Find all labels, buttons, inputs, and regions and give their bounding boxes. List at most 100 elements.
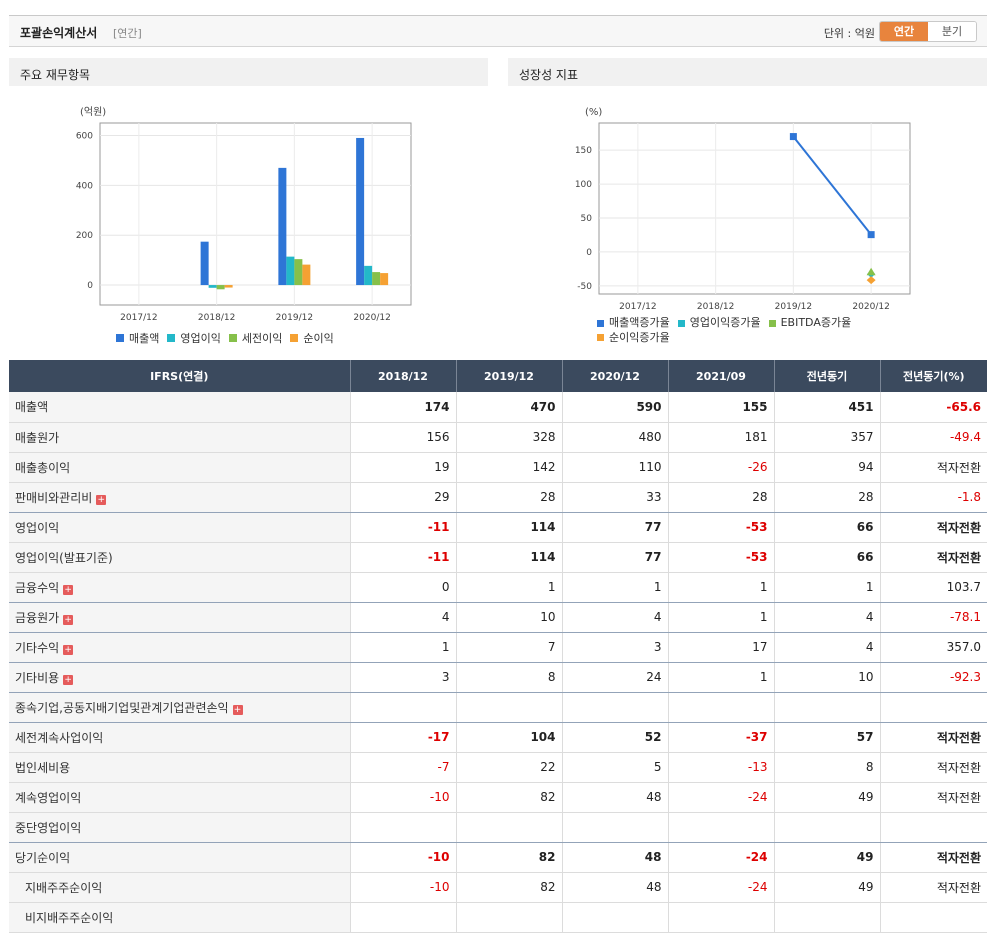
table-cell: 357.0	[879, 632, 987, 663]
table-cell	[455, 692, 562, 723]
bar-mark[interactable]	[216, 285, 225, 290]
bar-mark[interactable]	[286, 256, 295, 286]
bar-mark[interactable]	[356, 137, 365, 286]
table-cell: -24	[667, 872, 774, 903]
tab-quarterly[interactable]: 분기	[928, 22, 976, 41]
table-cell: 156	[349, 422, 456, 453]
row-label-cell: 매출총이익	[9, 452, 350, 483]
column-header: 전년동기(%)	[879, 360, 987, 392]
table-cell: 10	[455, 602, 562, 633]
row-label: 종속기업,공동지배기업및관계기업관련손익	[15, 700, 229, 715]
legend-label: 매출액	[129, 332, 160, 345]
table-cell: -49.4	[879, 422, 987, 453]
table-cell: 28	[667, 482, 774, 513]
table-cell: 66	[773, 542, 880, 573]
legend-item[interactable]: 순이익증가율	[597, 331, 670, 345]
bar-mark[interactable]	[208, 285, 217, 288]
legend-item[interactable]: 영업이익증가율	[677, 316, 761, 330]
table-cell: 114	[455, 512, 562, 543]
bar-mark[interactable]	[380, 273, 389, 286]
legend-item[interactable]: 순이익	[290, 330, 334, 346]
unit-label: 단위 : 억원	[823, 27, 875, 40]
table-cell: 155	[667, 392, 774, 423]
table-cell: 82	[455, 842, 562, 873]
table-row: 매출원가 156 328 480 181 357 -49.4	[9, 422, 987, 453]
legend-label: 순이익	[303, 332, 334, 345]
table-cell: 590	[561, 392, 668, 423]
table-cell: 66	[773, 512, 880, 543]
table-cell	[879, 812, 987, 843]
row-label-cell: 지배주주순이익	[9, 872, 350, 903]
table-row: 기타비용 +3 8 24 1 10 -92.3	[9, 662, 987, 693]
row-label-cell: 종속기업,공동지배기업및관계기업관련손익 +	[9, 692, 350, 723]
table-cell: 28	[455, 482, 562, 513]
row-label-cell: 금융수익 +	[9, 572, 350, 603]
row-label-cell: 중단영업이익	[9, 812, 350, 843]
bar-mark[interactable]	[294, 259, 303, 286]
legend-item[interactable]: EBITDA증가율	[768, 316, 851, 330]
bar-mark[interactable]	[224, 285, 233, 288]
point-mark[interactable]	[867, 231, 875, 239]
table-cell: -10	[349, 872, 456, 903]
table-cell: 3	[349, 662, 456, 693]
table-cell: -10	[349, 782, 456, 813]
table-cell: -17	[349, 722, 456, 753]
y-axis-unit-label: (%)	[585, 107, 602, 118]
table-row: 영업이익 -11 114 77 -53 66 적자전환	[9, 512, 987, 543]
table-cell: 110	[561, 452, 668, 483]
tab-annual[interactable]: 연간	[880, 22, 928, 41]
table-cell: 57	[773, 722, 880, 753]
table-cell: 22	[455, 752, 562, 783]
table-cell: 1	[773, 572, 880, 603]
expand-plus-icon[interactable]: +	[232, 704, 243, 715]
expand-plus-icon[interactable]: +	[63, 674, 74, 685]
table-cell	[667, 902, 774, 933]
row-label: 당기순이익	[15, 850, 71, 865]
table-row: 당기순이익 -10 82 48 -24 49 적자전환	[9, 842, 987, 873]
table-cell: 1	[667, 572, 774, 603]
y-tick-label: 400	[76, 181, 93, 191]
legend-item[interactable]: 매출액	[116, 330, 159, 346]
table-row: 비지배주주순이익	[9, 902, 987, 933]
bar-mark[interactable]	[302, 264, 311, 286]
row-label: 판매비와관리비	[15, 490, 93, 505]
table-cell	[561, 692, 668, 723]
row-label: 금융원가	[15, 610, 60, 625]
x-tick-label: 2019/12	[775, 302, 812, 312]
table-cell: 4	[773, 632, 880, 663]
x-tick-label: 2018/12	[697, 302, 734, 312]
growth-chart: 150 100 50 0 -50 2017/12 2018/12 2019/12 2020/12…	[575, 107, 911, 312]
expand-plus-icon[interactable]: +	[96, 494, 107, 505]
x-tick-label: 2017/12	[120, 313, 157, 323]
table-cell: 17	[667, 632, 774, 663]
table-cell: 49	[773, 872, 880, 903]
point-mark[interactable]	[789, 133, 797, 141]
legend-item[interactable]: 영업이익	[167, 330, 221, 346]
y-tick-label: 200	[76, 231, 93, 241]
legend-swatch	[597, 334, 604, 341]
row-label: 기타비용	[15, 670, 60, 685]
legend-item[interactable]: 매출액증가율	[597, 316, 670, 330]
table-cell	[667, 812, 774, 843]
row-label: 법인세비용	[15, 760, 71, 775]
table-cell: 24	[561, 662, 668, 693]
x-tick-label: 2019/12	[276, 313, 313, 323]
x-tick-label: 2017/12	[619, 302, 656, 312]
expand-plus-icon[interactable]: +	[63, 644, 74, 655]
expand-plus-icon[interactable]: +	[63, 614, 74, 625]
table-cell: 1	[667, 662, 774, 693]
legend-item[interactable]: 세전이익	[228, 330, 282, 346]
y-tick-label: 50	[581, 214, 593, 224]
table-cell: 48	[561, 842, 668, 873]
row-label: 매출총이익	[15, 460, 71, 475]
bar-mark[interactable]	[364, 265, 373, 286]
bar-mark[interactable]	[372, 272, 381, 286]
row-label-cell: 기타수익 +	[9, 632, 350, 663]
x-tick-label: 2018/12	[198, 313, 235, 323]
bar-mark[interactable]	[278, 167, 287, 286]
row-label-cell: 금융원가 +	[9, 602, 350, 633]
bar-mark[interactable]	[200, 241, 209, 286]
legend-label: 매출액증가율	[609, 316, 670, 329]
table-cell: 4	[561, 602, 668, 633]
expand-plus-icon[interactable]: +	[63, 584, 74, 595]
